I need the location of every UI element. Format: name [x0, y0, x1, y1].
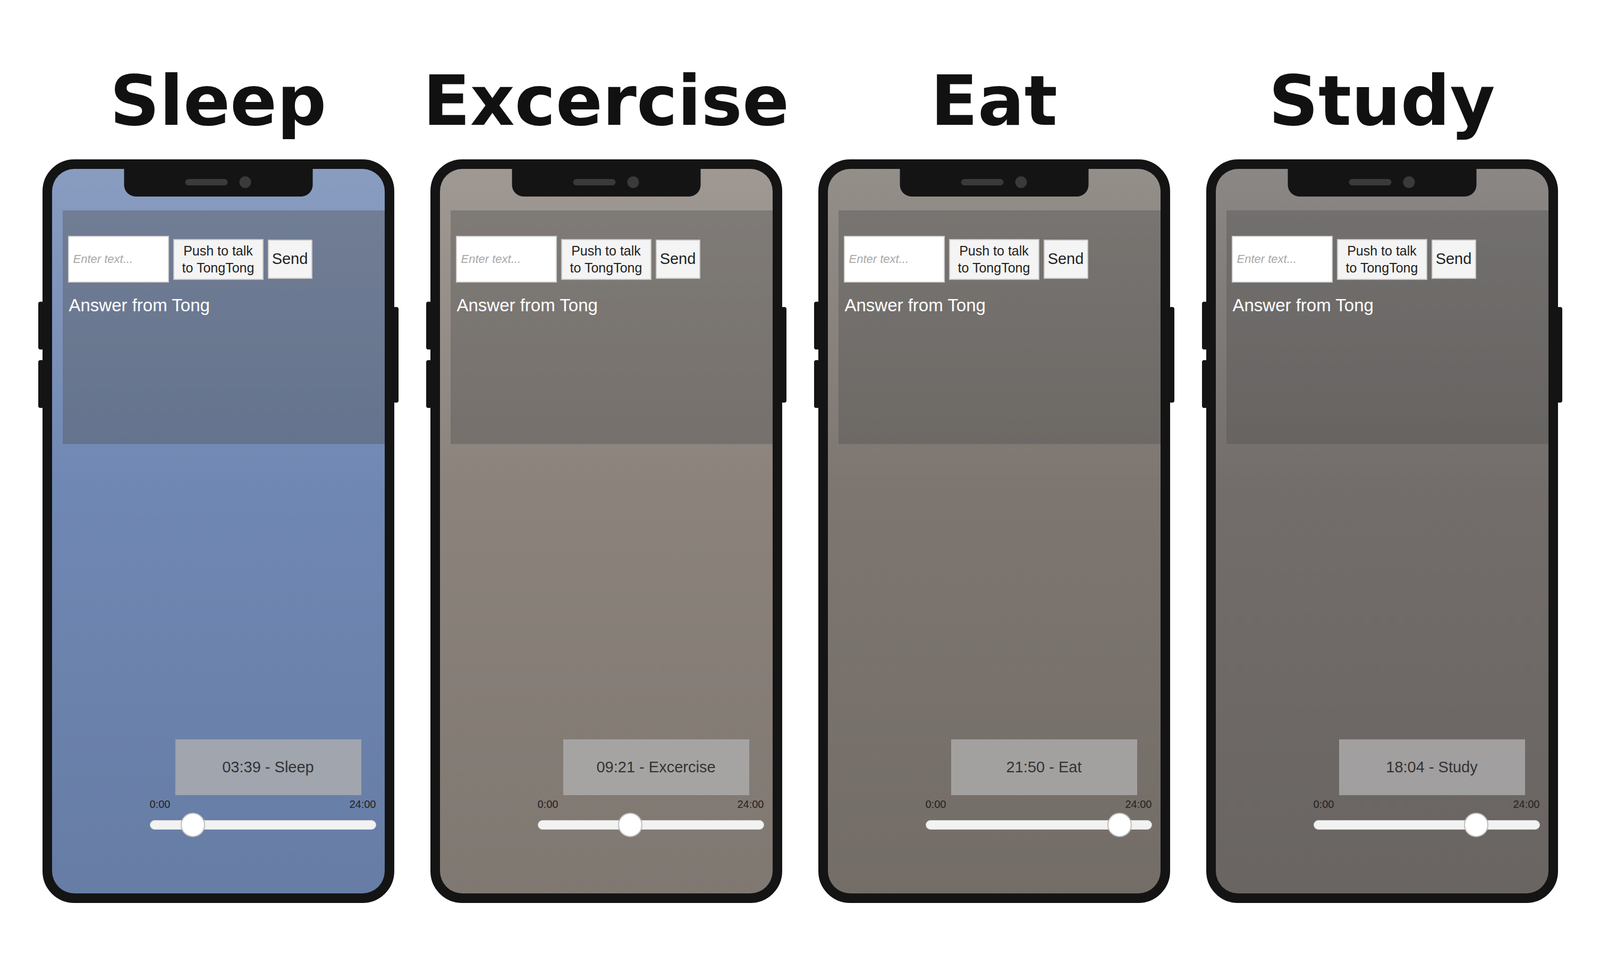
input-row: Push to talk to TongTongSend	[843, 235, 1161, 283]
phone-frame: Push to talk to TongTongSend Answer from …	[430, 159, 783, 904]
send-button[interactable]: Send	[1043, 239, 1089, 279]
panel-title: Excercise	[422, 58, 790, 144]
slider-thumb[interactable]	[1463, 813, 1489, 838]
text-input[interactable]	[68, 235, 169, 283]
phone-frame: Push to talk to TongTongSend Answer from …	[1206, 159, 1559, 904]
volume-button	[1201, 301, 1208, 350]
panel-title: Study	[1268, 58, 1495, 144]
camera-icon	[1015, 176, 1028, 189]
input-row: Push to talk to TongTongSend	[68, 235, 385, 283]
phone-frame: Push to talk to TongTongSend Answer from …	[42, 159, 395, 904]
phone-notch	[899, 167, 1089, 197]
max-label: 24:00	[1124, 798, 1152, 811]
chat-panel: Push to talk to TongTongSend Answer from …	[838, 210, 1161, 445]
power-button	[1169, 307, 1175, 403]
time-label: 21:50 - Eat	[951, 739, 1138, 796]
power-button	[781, 307, 787, 403]
send-button[interactable]: Send	[1431, 239, 1477, 279]
talk-button[interactable]: Push to talk to TongTong	[949, 239, 1040, 281]
camera-view: Push to talk to TongTongSend Answer from …	[1215, 168, 1549, 894]
volume-button	[814, 301, 820, 350]
answer-label: Answer from Tong	[1231, 295, 1549, 316]
time-label: 09:21 - Excercise	[563, 739, 750, 796]
text-input[interactable]	[843, 235, 945, 283]
chat-panel: Push to talk to TongTongSend Answer from …	[1226, 210, 1549, 445]
input-row: Push to talk to TongTongSend	[455, 235, 773, 283]
send-button[interactable]: Send	[655, 239, 701, 279]
slider-labels: 0:00 24:00	[537, 798, 765, 811]
max-label: 24:00	[349, 798, 376, 811]
talk-button[interactable]: Push to talk to TongTong	[1336, 239, 1428, 281]
volume-button	[1201, 360, 1208, 409]
time-control: 18:04 - Study 0:00 24:00	[1313, 739, 1540, 831]
figure-panel: ExcercisePush to talk to TongTongSendAns…	[430, 58, 783, 963]
time-slider[interactable]	[537, 820, 765, 831]
panel-title: Sleep	[109, 58, 327, 144]
chat-panel: Push to talk to TongTongSend Answer from …	[450, 210, 773, 445]
volume-button	[38, 360, 44, 409]
camera-view: Push to talk to TongTongSend Answer from …	[827, 168, 1161, 894]
figure-panel: Eat Push to talk to TongTongSend Answer fr…	[818, 58, 1171, 963]
time-slider[interactable]	[925, 820, 1153, 831]
max-label: 24:00	[1512, 798, 1540, 811]
slider-labels: 0:00 24:00	[1313, 798, 1540, 811]
camera-icon	[627, 176, 640, 189]
panel-title: Eat	[930, 58, 1058, 144]
slider-labels: 0:00 24:00	[149, 798, 377, 811]
time-label: 18:04 - Study	[1339, 739, 1526, 796]
text-input[interactable]	[455, 235, 557, 283]
time-control: 03:39 - Sleep 0:00 24:00	[149, 739, 377, 831]
camera-icon	[239, 176, 252, 189]
camera-icon	[1403, 176, 1416, 189]
time-slider[interactable]	[1313, 820, 1540, 831]
figure-panel: Sleep Push to talk to TongTongSend Answer …	[42, 58, 395, 963]
volume-button	[38, 301, 44, 350]
speaker-icon	[961, 179, 1004, 186]
phone-frame: Push to talk to TongTongSend Answer from …	[818, 159, 1171, 904]
input-row: Push to talk to TongTongSend	[1231, 235, 1549, 283]
slider-thumb[interactable]	[618, 813, 643, 838]
answer-label: Answer from Tong	[68, 295, 385, 316]
volume-button	[426, 360, 432, 409]
slider-thumb[interactable]	[180, 813, 206, 838]
figure: SleepPush to talk to TongTongSendAnswer …	[0, 0, 1600, 963]
slider-labels: 0:00 24:00	[925, 798, 1153, 811]
camera-view: Push to talk to TongTongSend Answer from …	[52, 168, 385, 894]
power-button	[1556, 307, 1563, 403]
time-control: 09:21 - Excercise 0:00 24:00	[537, 739, 765, 831]
phone-notch	[123, 167, 313, 197]
camera-view: Push to talk to TongTongSend Answer from …	[439, 168, 773, 894]
volume-button	[814, 360, 820, 409]
phone-notch	[1287, 167, 1477, 197]
slider-thumb[interactable]	[1107, 813, 1132, 838]
chat-panel: Push to talk to TongTongSend Answer from …	[62, 210, 385, 445]
talk-button[interactable]: Push to talk to TongTong	[173, 239, 264, 281]
min-label: 0:00	[537, 798, 559, 811]
min-label: 0:00	[1313, 798, 1335, 811]
phone-notch	[511, 167, 701, 197]
speaker-icon	[573, 179, 616, 186]
text-input[interactable]	[1231, 235, 1333, 283]
send-button[interactable]: Send	[267, 239, 313, 279]
answer-label: Answer from Tong	[455, 295, 773, 316]
answer-label: Answer from Tong	[843, 295, 1161, 316]
power-button	[393, 307, 399, 403]
max-label: 24:00	[737, 798, 764, 811]
figure-panel: Study Push to talk to TongTongSend Answer …	[1206, 58, 1559, 963]
talk-button[interactable]: Push to talk to TongTong	[561, 239, 652, 281]
volume-button	[426, 301, 432, 350]
min-label: 0:00	[925, 798, 947, 811]
time-control: 21:50 - Eat 0:00 24:00	[925, 739, 1153, 831]
speaker-icon	[1349, 179, 1392, 186]
time-label: 03:39 - Sleep	[175, 739, 362, 796]
min-label: 0:00	[149, 798, 171, 811]
speaker-icon	[185, 179, 228, 186]
time-slider[interactable]	[149, 820, 377, 831]
